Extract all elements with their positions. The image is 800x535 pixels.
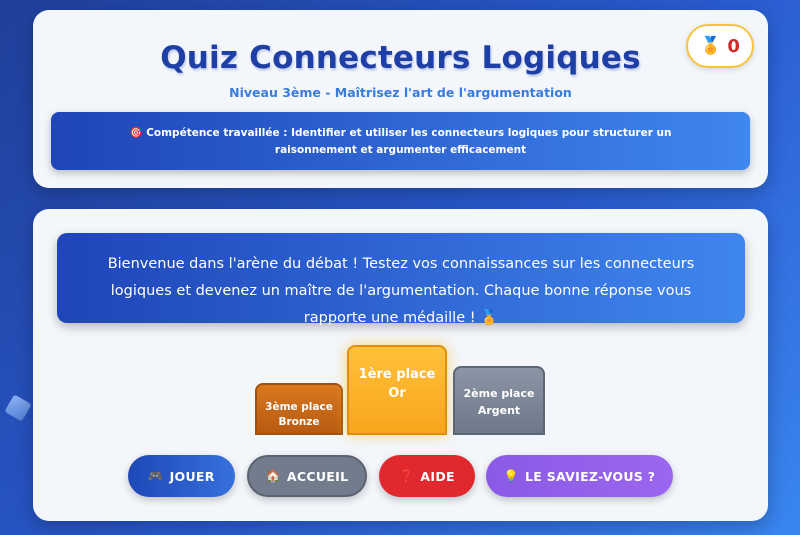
house-icon: 🏠 bbox=[265, 469, 281, 483]
welcome-message: Bienvenue dans l'arène du débat ! Testez… bbox=[57, 233, 745, 326]
home-button[interactable]: 🏠 ACCUEIL bbox=[247, 455, 367, 497]
podium-gold-place: 1ère place bbox=[358, 367, 436, 382]
play-button[interactable]: 🎮 JOUER bbox=[128, 455, 235, 497]
question-icon: ❓ bbox=[399, 469, 415, 483]
podium-bronze-label: Bronze bbox=[278, 416, 320, 428]
page-subtitle: Niveau 3ème - Maîtrisez l'art de l'argum… bbox=[229, 85, 572, 100]
header-card: Quiz Connecteurs Logiques Niveau 3ème - … bbox=[33, 10, 768, 188]
score-badge: 🏅 0 bbox=[686, 24, 754, 68]
podium-silver-place: 2ème place bbox=[463, 387, 535, 400]
decorative-diamond bbox=[4, 394, 32, 422]
help-button[interactable]: ❓ AIDE bbox=[379, 455, 475, 497]
score-count: 0 bbox=[727, 35, 740, 57]
podium-silver: 2ème place Argent bbox=[453, 366, 545, 435]
play-button-label: JOUER bbox=[169, 468, 215, 484]
home-button-label: ACCUEIL bbox=[286, 468, 349, 484]
did-you-know-button-label: LE SAVIEZ-VOUS ? bbox=[524, 468, 656, 484]
main-card: Bienvenue dans l'arène du débat ! Testez… bbox=[33, 209, 768, 521]
lightbulb-icon: 💡 bbox=[503, 469, 519, 483]
gamepad-icon: 🎮 bbox=[148, 469, 164, 483]
podium-gold: 1ère place Or bbox=[347, 345, 447, 435]
help-button-label: AIDE bbox=[420, 468, 455, 484]
podium-bronze: 3ème place Bronze bbox=[255, 383, 343, 435]
podium-bronze-place: 3ème place bbox=[265, 401, 333, 413]
podium-gold-label: Or bbox=[388, 386, 406, 401]
competence-banner: 🎯 Compétence travaillée : Identifier et … bbox=[51, 112, 750, 170]
did-you-know-button[interactable]: 💡 LE SAVIEZ-VOUS ? bbox=[486, 455, 673, 497]
podium-silver-label: Argent bbox=[477, 404, 521, 417]
page-title: Quiz Connecteurs Logiques bbox=[160, 40, 641, 76]
medal-icon: 🏅 bbox=[700, 36, 722, 56]
